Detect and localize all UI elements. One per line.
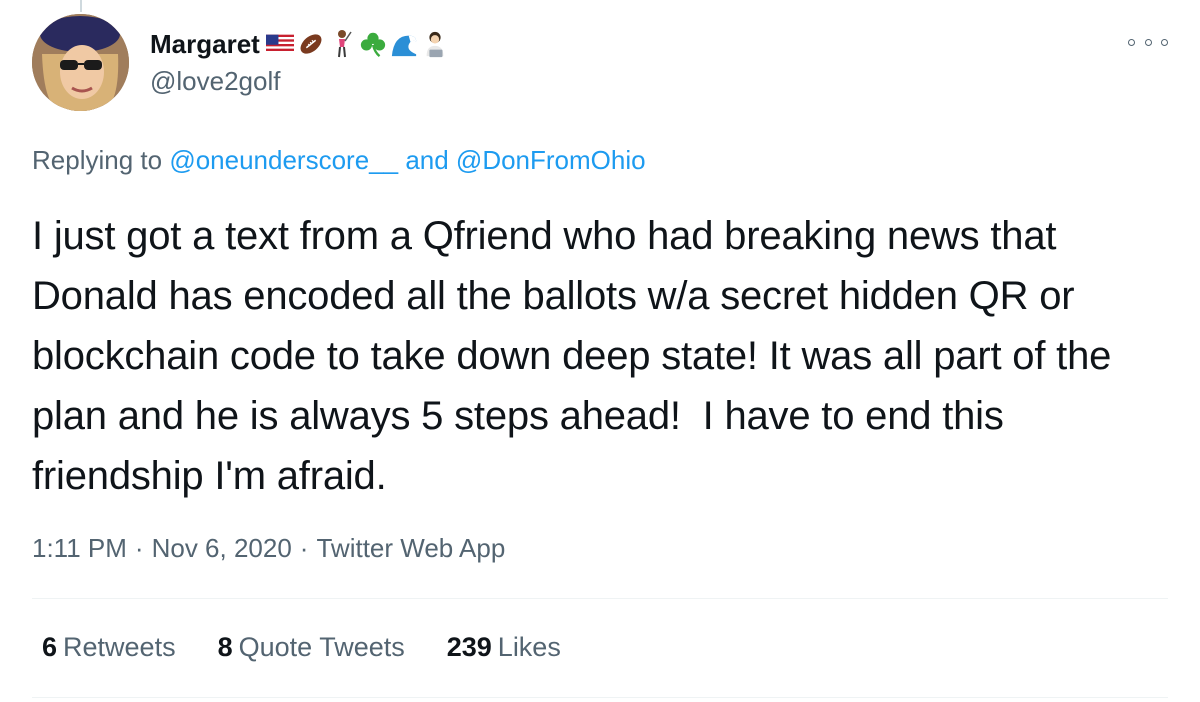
retweets-stat[interactable]: 6 Retweets xyxy=(42,632,176,663)
more-dot-icon xyxy=(1144,38,1152,46)
mention-joiner: and xyxy=(398,145,456,175)
quote-tweets-label: Quote Tweets xyxy=(238,632,405,662)
avatar[interactable] xyxy=(32,14,129,111)
more-options-icon[interactable] xyxy=(1128,30,1168,54)
tweet-meta: 1:11 PM · Nov 6, 2020 · Twitter Web App xyxy=(32,533,505,564)
golfer-woman-icon xyxy=(328,29,356,59)
divider xyxy=(32,598,1168,599)
woman-technologist-icon xyxy=(421,29,449,59)
shamrock-icon xyxy=(359,29,387,59)
us-flag-icon xyxy=(265,29,294,59)
quote-tweets-stat[interactable]: 8 Quote Tweets xyxy=(218,632,405,663)
retweets-count: 6 xyxy=(42,632,58,662)
likes-count: 239 xyxy=(446,632,492,662)
divider xyxy=(32,697,1168,698)
author-name-row: Margaret xyxy=(150,24,452,64)
engagement-stats: 6 Retweets 8 Quote Tweets 239 Likes xyxy=(42,632,603,663)
meta-separator: · xyxy=(299,533,309,563)
more-dot-icon xyxy=(1128,38,1135,46)
football-icon xyxy=(297,29,325,59)
author-display-name[interactable]: Margaret xyxy=(150,29,260,60)
replying-prefix: Replying to xyxy=(32,145,170,175)
tweet-date-link[interactable]: Nov 6, 2020 xyxy=(152,533,292,563)
replying-to-line: Replying to @oneunderscore__ and @DonFro… xyxy=(32,145,646,176)
wave-icon xyxy=(390,29,418,59)
tweet-text: I just got a text from a Qfriend who had… xyxy=(32,214,1123,498)
mention-link-2[interactable]: @DonFromOhio xyxy=(456,145,646,175)
quote-tweets-count: 8 xyxy=(217,632,233,662)
more-dot-icon xyxy=(1161,38,1168,46)
likes-stat[interactable]: 239 Likes xyxy=(447,632,561,663)
likes-label: Likes xyxy=(497,632,561,662)
tweet-source-link[interactable]: Twitter Web App xyxy=(316,533,505,563)
mention-link-1[interactable]: @oneunderscore__ xyxy=(169,145,398,175)
retweets-label: Retweets xyxy=(63,632,176,662)
tweet-time-link[interactable]: 1:11 PM xyxy=(32,533,127,563)
thread-connector-line xyxy=(80,0,82,12)
meta-separator: · xyxy=(134,533,144,563)
author-handle[interactable]: @love2golf xyxy=(150,66,280,97)
avatar-photo xyxy=(32,14,129,111)
